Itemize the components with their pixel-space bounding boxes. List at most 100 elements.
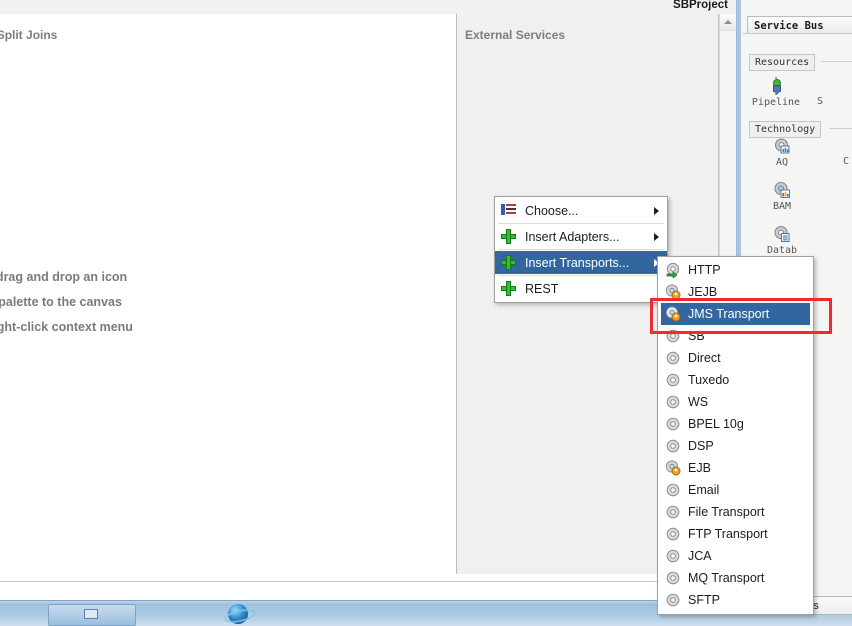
gear-badge-icon <box>665 306 681 322</box>
editor-pane-footer <box>0 581 735 600</box>
bam-gear-icon <box>757 180 807 200</box>
context-menu-item-insert-transports[interactable]: Insert Transports... <box>495 251 667 274</box>
menu-separator <box>498 249 664 250</box>
submenu-item-jca-label: JCA <box>688 549 712 563</box>
context-menu-item-choose-label: Choose... <box>525 203 579 218</box>
gear-icon <box>665 328 681 344</box>
hint-line-2: mponent palette to the canvas <box>0 295 122 309</box>
submenu-item-http-label: HTTP <box>688 263 721 277</box>
green-plus-icon <box>501 229 517 245</box>
submenu-item-sftp-label: SFTP <box>688 593 720 607</box>
hint-line-3: om the right-click context menu <box>0 320 133 334</box>
context-menu-item-insert-adapters-label: Insert Adapters... <box>525 229 620 244</box>
scroll-up-arrow-icon[interactable] <box>720 14 736 31</box>
editor-left-column[interactable]: pelines/Split Joins ources, drag and dro… <box>0 14 457 574</box>
palette-item-aq-label: AQ <box>775 157 789 168</box>
submenu-item-email[interactable]: Email <box>658 479 813 501</box>
palette-item-bam[interactable]: BAM <box>757 180 807 212</box>
gear-icon <box>665 482 681 498</box>
submenu-item-http[interactable]: HTTP <box>658 259 813 281</box>
palette-item-database-label: Datab <box>766 245 798 256</box>
context-menu-item-insert-adapters[interactable]: Insert Adapters... <box>495 225 667 248</box>
palette-item-pipeline-label: Pipeline <box>751 97 801 108</box>
submenu-item-mq-transport-label: MQ Transport <box>688 571 765 585</box>
palette-group-technology-label: Technology <box>755 124 816 135</box>
submenu-item-tuxedo[interactable]: Tuxedo <box>658 369 813 391</box>
green-plus-icon <box>501 255 517 271</box>
gear-badge-icon <box>665 284 681 300</box>
choose-list-icon <box>501 203 517 219</box>
palette-tabbar: Service Bus <box>743 16 852 34</box>
palette-item-coherence[interactable]: C <box>843 156 852 167</box>
submenu-item-bpel-10g-label: BPEL 10g <box>688 417 744 431</box>
palette-item-database[interactable]: Datab <box>757 224 807 256</box>
submenu-item-dsp[interactable]: DSP <box>658 435 813 457</box>
menu-separator <box>498 275 664 276</box>
transports-submenu: HTTP JEJB JMS Transport SB Direct Tuxedo… <box>657 256 814 615</box>
aq-gear-icon <box>757 136 807 156</box>
gear-icon <box>665 416 681 432</box>
pipelines-split-joins-header: pelines/Split Joins <box>0 28 58 42</box>
submenu-item-jms-transport[interactable]: JMS Transport <box>661 303 810 325</box>
group-rule <box>821 61 852 62</box>
tab-service-bus[interactable]: Service Bus <box>747 16 852 34</box>
submenu-item-jejb[interactable]: JEJB <box>658 281 813 303</box>
database-gear-icon <box>757 224 807 244</box>
gear-icon <box>665 570 681 586</box>
submenu-item-jms-transport-label: JMS Transport <box>688 307 770 321</box>
pipeline-icon <box>751 76 801 96</box>
palette-item-bam-label: BAM <box>772 201 792 212</box>
palette-group-resources[interactable]: Resources <box>749 54 816 71</box>
gear-icon <box>665 504 681 520</box>
gear-icon <box>665 372 681 388</box>
gear-icon <box>665 350 681 366</box>
submenu-item-tuxedo-label: Tuxedo <box>688 373 730 387</box>
submenu-item-jca[interactable]: JCA <box>658 545 813 567</box>
external-services-header: External Services <box>465 28 566 42</box>
chevron-right-icon <box>654 233 659 241</box>
green-plus-icon <box>501 281 517 297</box>
tab-service-bus-label: Service Bus <box>754 19 824 32</box>
submenu-item-file-transport[interactable]: File Transport <box>658 501 813 523</box>
context-menu-item-rest[interactable]: REST <box>495 277 667 300</box>
submenu-item-sftp[interactable]: SFTP <box>658 589 813 611</box>
group-rule <box>829 128 852 129</box>
gear-icon <box>665 592 681 608</box>
screen-root: SBProject pelines/Split Joins ources, dr… <box>0 0 852 626</box>
submenu-item-ws-label: WS <box>688 395 709 409</box>
gear-icon <box>665 438 681 454</box>
palette-group-resources-label: Resources <box>755 57 810 68</box>
chevron-right-icon <box>654 207 659 215</box>
submenu-item-ws[interactable]: WS <box>658 391 813 413</box>
submenu-item-direct[interactable]: Direct <box>658 347 813 369</box>
palette-item-split-join-label: S <box>817 96 824 107</box>
window-title: SBProject <box>673 0 728 11</box>
palette-item-coherence-label: C <box>843 156 850 167</box>
submenu-item-ejb[interactable]: EJB <box>658 457 813 479</box>
context-menu-item-choose[interactable]: Choose... <box>495 199 667 222</box>
submenu-item-direct-label: Direct <box>688 351 721 365</box>
submenu-item-ejb-label: EJB <box>688 461 711 475</box>
context-menu-item-insert-transports-label: Insert Transports... <box>525 255 630 270</box>
gear-icon <box>665 526 681 542</box>
submenu-item-jejb-label: JEJB <box>688 285 718 299</box>
menu-separator <box>498 223 664 224</box>
hint-line-1: ources, drag and drop an icon <box>0 270 128 284</box>
palette-item-aq[interactable]: AQ <box>757 136 807 168</box>
gear-icon <box>665 548 681 564</box>
palette-item-pipeline[interactable]: Pipeline <box>751 76 801 108</box>
submenu-item-mq-transport[interactable]: MQ Transport <box>658 567 813 589</box>
gear-green-arrow-icon <box>665 262 681 278</box>
context-menu-item-rest-label: REST <box>525 281 559 296</box>
submenu-item-ftp-transport[interactable]: FTP Transport <box>658 523 813 545</box>
minimize-icon[interactable] <box>84 609 98 619</box>
submenu-item-sb-label: SB <box>688 329 705 343</box>
submenu-item-sb[interactable]: SB <box>658 325 813 347</box>
submenu-item-bpel-10g[interactable]: BPEL 10g <box>658 413 813 435</box>
submenu-item-ftp-transport-label: FTP Transport <box>688 527 768 541</box>
submenu-item-file-transport-label: File Transport <box>688 505 765 519</box>
submenu-item-dsp-label: DSP <box>688 439 714 453</box>
palette-item-split-join[interactable]: S <box>817 96 852 107</box>
window-title-bar: SBProject <box>600 0 736 14</box>
gear-icon <box>665 394 681 410</box>
